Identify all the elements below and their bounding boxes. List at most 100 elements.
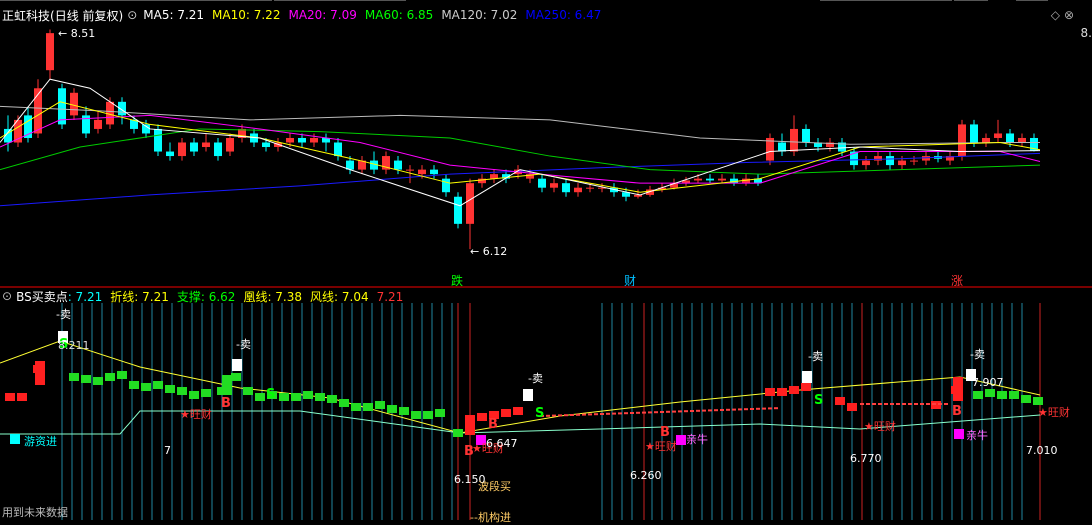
indicator-bar <box>411 411 421 419</box>
top-tab-2[interactable]: 5分钟 <box>74 0 115 1</box>
bs-letter: S <box>814 393 823 408</box>
indicator-dot <box>720 409 724 411</box>
indicator-bar <box>315 393 325 401</box>
indicator-dot <box>920 403 924 405</box>
top-tab-1[interactable]: 1分钟 <box>34 0 75 1</box>
top-tab-15[interactable]: 画线 <box>954 0 988 1</box>
indicator-dot <box>890 403 894 405</box>
indicator-bar <box>177 387 187 395</box>
footer-note: 用到未来数据 <box>2 506 68 519</box>
candle-body <box>1006 133 1014 143</box>
candle-body <box>442 178 450 193</box>
indicator-bar <box>835 397 845 405</box>
candle-body <box>70 92 78 116</box>
indicator-dot <box>666 410 670 413</box>
indicator-bar <box>339 399 349 407</box>
bs-letter: B <box>952 404 962 419</box>
indicator-dot <box>684 410 688 413</box>
indicator-dot <box>768 407 772 410</box>
indicator-bar <box>387 405 397 413</box>
top-tab-16[interactable]: F10 <box>1016 0 1049 1</box>
candle-body <box>226 137 234 152</box>
indicator-big-bar <box>465 415 475 435</box>
indicator-dot <box>762 407 766 410</box>
indicator-chart[interactable]: SBSBBSBSB <box>0 303 1092 520</box>
top-tab-6[interactable]: 日线 <box>238 0 272 1</box>
top-tab-11[interactable]: 板块 <box>820 0 854 1</box>
indicator-value-4: 风线: 7.04 <box>310 289 369 304</box>
candle-body <box>718 178 726 181</box>
indicator-dot <box>564 414 568 417</box>
top-tab-4[interactable]: 30分钟 <box>156 0 203 1</box>
indicator-menu-icon[interactable]: ⊙ <box>2 289 12 303</box>
indicator-dot <box>756 407 760 410</box>
candle-body <box>886 156 894 166</box>
top-tab-8[interactable]: 月线 <box>306 0 340 1</box>
indicator-bar <box>847 403 857 411</box>
candle-body <box>430 169 438 175</box>
top-tab-3[interactable]: 15分钟 <box>114 0 161 1</box>
indicator-bar <box>985 389 995 397</box>
indicator-bar <box>399 407 409 415</box>
indicator-dot <box>582 413 586 416</box>
candle-body <box>286 137 294 143</box>
candle-body <box>154 128 162 152</box>
indicator-bar <box>279 393 289 401</box>
sell-label-5: -卖 <box>970 348 985 361</box>
indicator-bar <box>1009 391 1019 399</box>
indicator-dot <box>732 408 736 411</box>
wangcai-label-2: ★旺财 <box>864 420 896 433</box>
indicator-bar <box>765 388 775 396</box>
indicator-bar <box>165 385 175 393</box>
sell-box <box>232 359 242 371</box>
indicator-value-1: 折线: 7.21 <box>110 289 169 304</box>
indicator-dot <box>896 403 900 405</box>
top-tab-13[interactable]: 多股 <box>884 0 918 1</box>
indicator-dot <box>774 407 778 410</box>
indicator-bar <box>997 391 1007 399</box>
youzi-label: 游资进 <box>24 435 57 448</box>
sell-label-4: -卖 <box>808 350 823 363</box>
top-tab-0[interactable]: 分时 <box>0 0 34 1</box>
indicator-bar <box>1021 395 1031 403</box>
indicator-dot <box>932 403 936 405</box>
candle-body <box>862 160 870 166</box>
indicator-bar <box>363 403 373 411</box>
candle-body <box>178 142 186 157</box>
indicator-dot <box>926 403 930 405</box>
indicator-dot <box>648 411 652 414</box>
indicator-value-5: 7.21 <box>376 289 404 304</box>
indicator-big-bar <box>35 361 45 385</box>
indicator-dot <box>872 403 876 405</box>
indicator-dot <box>618 412 622 415</box>
chaoniu-box <box>954 429 964 439</box>
top-tab-12[interactable]: 叠加 <box>852 0 886 1</box>
indicator-bar <box>453 429 463 437</box>
indicator-dot <box>714 409 718 412</box>
indicator-dot <box>654 411 658 414</box>
indicator-dot <box>738 408 742 411</box>
candle-body <box>94 119 102 129</box>
bs-letter: S <box>266 387 275 402</box>
indicator-dot <box>690 410 694 412</box>
indicator-bar <box>231 373 241 381</box>
boduan-label: 波段买 <box>478 480 511 493</box>
indicator-values: : 7.21 折线: 7.21 支撑: 6.62 凰线: 7.38 风线: 7.04 7.… <box>68 288 412 305</box>
candle-body <box>898 160 906 166</box>
indicator-bar <box>189 391 199 399</box>
indicator-value-2: 支撑: 6.62 <box>176 289 236 304</box>
candle-body <box>562 183 570 193</box>
indicator-bar <box>501 409 511 417</box>
indicator-bar <box>801 383 811 391</box>
indicator-name: BS买卖点 <box>16 289 68 304</box>
indicator-bar <box>789 386 799 394</box>
indicator-bar <box>5 393 15 401</box>
top-tab-7[interactable]: 周线 <box>274 0 308 1</box>
candle-body <box>538 178 546 188</box>
bs-letter: B <box>488 417 498 432</box>
top-tab-14[interactable]: 统计 <box>918 0 952 1</box>
indicator-dot <box>606 412 610 415</box>
top-tab-10[interactable]: 更多 <box>372 0 406 1</box>
price-chart[interactable]: ← 8.51 ← 6.12 <box>0 20 1092 286</box>
indicator-dot <box>636 411 640 414</box>
